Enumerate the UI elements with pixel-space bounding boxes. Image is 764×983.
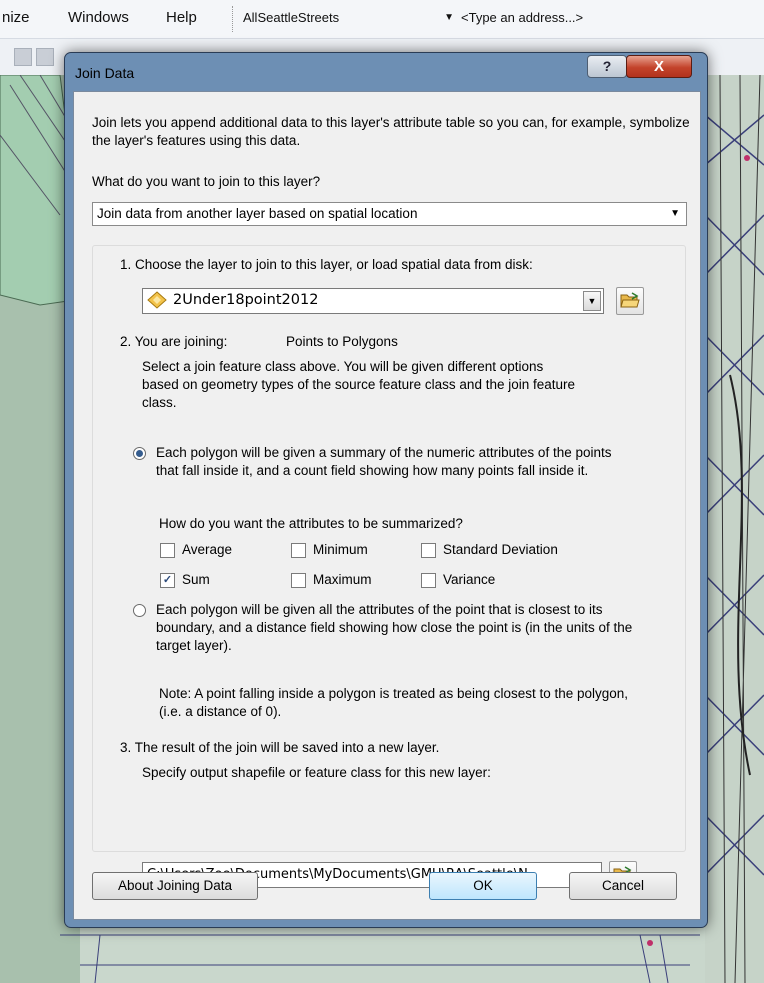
summary-option-radio[interactable]: [133, 447, 146, 460]
step1-label: 1. Choose the layer to join to this laye…: [120, 257, 533, 272]
browse-layer-button[interactable]: [616, 287, 644, 315]
maximum-label: Maximum: [313, 572, 372, 587]
sum-label: Sum: [182, 572, 210, 587]
average-checkbox[interactable]: [160, 543, 175, 558]
chevron-down-icon[interactable]: ▼: [583, 291, 601, 311]
help-button[interactable]: ?: [587, 55, 627, 78]
dialog-title: Join Data: [75, 65, 135, 81]
layer-combo-value: AllSeattleStreets: [243, 10, 340, 25]
cancel-button[interactable]: Cancel: [569, 872, 677, 900]
toolbar-separator: [232, 6, 233, 32]
join-layer-value: 2Under18point2012: [173, 292, 319, 308]
dialog-client-area: Join lets you append additional data to …: [73, 91, 701, 920]
address-input[interactable]: <Type an address...>: [461, 8, 761, 28]
menu-windows[interactable]: Windows: [68, 9, 129, 26]
join-kind-value: Points to Polygons: [286, 334, 398, 349]
variance-label: Variance: [443, 572, 496, 587]
closest-option-radio[interactable]: [133, 604, 146, 617]
menu-help[interactable]: Help: [166, 9, 197, 26]
close-button[interactable]: X: [626, 55, 692, 78]
intro-text: Join lets you append additional data to …: [92, 115, 690, 148]
average-label: Average: [182, 542, 233, 557]
chevron-down-icon: ▼: [670, 208, 680, 219]
note-text: Note: A point falling inside a polygon i…: [159, 686, 629, 719]
point-layer-icon: [147, 291, 167, 309]
sum-checkbox[interactable]: ✓: [160, 573, 175, 588]
step3-description: Specify output shapefile or feature clas…: [142, 765, 491, 780]
join-data-dialog: Join Data ? X Join lets you append addit…: [64, 52, 708, 928]
full-extent-icon[interactable]: [14, 48, 32, 66]
minimum-label: Minimum: [313, 542, 368, 557]
step2-description: Select a join feature class above. You w…: [142, 359, 576, 410]
closest-option-label: Each polygon will be given all the attri…: [156, 602, 633, 653]
std-deviation-label: Standard Deviation: [443, 542, 558, 557]
layer-combo[interactable]: AllSeattleStreets ▼: [241, 8, 458, 28]
summary-option-label: Each polygon will be given a summary of …: [156, 445, 612, 478]
menu-customize[interactable]: nize: [2, 9, 30, 26]
chevron-down-icon: ▼: [444, 12, 454, 23]
dialog-titlebar[interactable]: Join Data ? X: [65, 53, 707, 91]
ok-button[interactable]: OK: [429, 872, 537, 900]
menu-bar: nize Windows Help AllSeattleStreets ▼ <T…: [0, 0, 764, 39]
step2-label: 2. You are joining:: [120, 334, 228, 349]
join-type-dropdown[interactable]: Join data from another layer based on sp…: [92, 202, 687, 226]
std-deviation-checkbox[interactable]: [421, 543, 436, 558]
step3-label: 3. The result of the join will be saved …: [120, 740, 440, 755]
minimum-checkbox[interactable]: [291, 543, 306, 558]
zoom-icon[interactable]: [36, 48, 54, 66]
variance-checkbox[interactable]: [421, 573, 436, 588]
open-folder-icon: [620, 292, 640, 308]
join-type-value: Join data from another layer based on sp…: [97, 206, 418, 221]
join-layer-dropdown[interactable]: 2Under18point2012 ▼: [142, 288, 604, 314]
about-joining-button[interactable]: About Joining Data: [92, 872, 258, 900]
maximum-checkbox[interactable]: [291, 573, 306, 588]
join-question-label: What do you want to join to this layer?: [92, 174, 321, 189]
summarize-question: How do you want the attributes to be sum…: [159, 516, 463, 531]
